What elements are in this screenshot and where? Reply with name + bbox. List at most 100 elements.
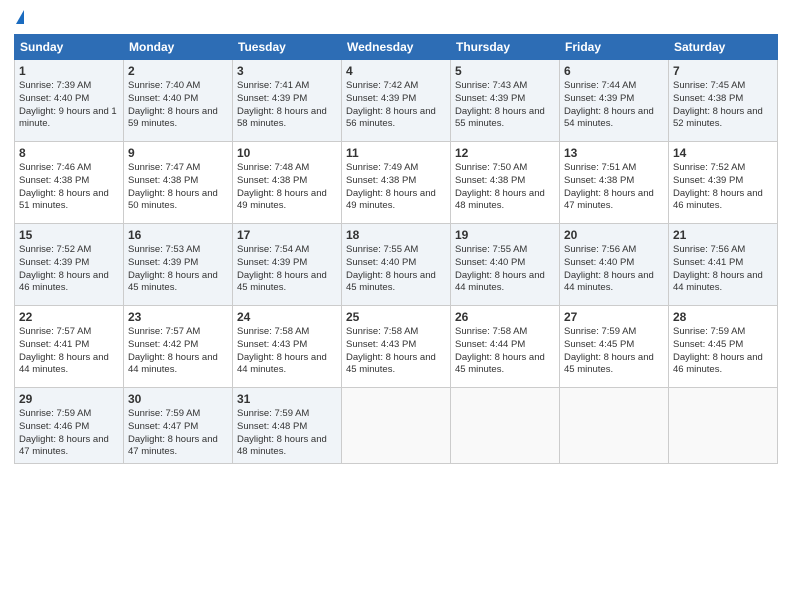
day-info: Sunrise: 7:55 AMSunset: 4:40 PMDaylight:… <box>346 244 446 295</box>
sunset-text: Sunset: 4:40 PM <box>564 257 634 268</box>
day-info: Sunrise: 7:55 AMSunset: 4:40 PMDaylight:… <box>455 244 555 295</box>
daylight-text: Daylight: 8 hours and 45 minutes. <box>346 270 436 294</box>
daylight-text: Daylight: 8 hours and 45 minutes. <box>128 270 218 294</box>
daylight-text: Daylight: 8 hours and 59 minutes. <box>128 106 218 130</box>
calendar-day-cell: 9Sunrise: 7:47 AMSunset: 4:38 PMDaylight… <box>124 142 233 224</box>
calendar-week-row: 1Sunrise: 7:39 AMSunset: 4:40 PMDaylight… <box>15 60 778 142</box>
sunset-text: Sunset: 4:39 PM <box>19 257 89 268</box>
calendar-day-cell: 28Sunrise: 7:59 AMSunset: 4:45 PMDayligh… <box>669 306 778 388</box>
calendar-day-cell: 23Sunrise: 7:57 AMSunset: 4:42 PMDayligh… <box>124 306 233 388</box>
day-info: Sunrise: 7:50 AM Sunset: 4:38 PM Daylight:… <box>455 162 555 213</box>
day-number: 20 <box>564 228 664 242</box>
calendar-week-row: 29Sunrise: 7:59 AMSunset: 4:46 PMDayligh… <box>15 388 778 464</box>
sunrise-text: Sunrise: 7:54 AM <box>237 244 309 255</box>
calendar-day-cell: 12Sunrise: 7:50 AMSunset: 4:38 PMDayligh… <box>451 142 560 224</box>
sunset-text: Sunset: 4:39 PM <box>455 93 525 104</box>
day-number: 17 <box>237 228 337 242</box>
daylight-text: Daylight: 8 hours and 54 minutes. <box>564 106 654 130</box>
daylight-text: Daylight: 8 hours and 52 minutes. <box>673 106 763 130</box>
daylight-text: Daylight: 8 hours and 47 minutes. <box>19 434 109 458</box>
sunset-text: Sunset: 4:38 PM <box>564 175 634 186</box>
calendar-week-row: 15Sunrise: 7:52 AMSunset: 4:39 PMDayligh… <box>15 224 778 306</box>
daylight-text: Daylight: 8 hours and 44 minutes. <box>237 352 327 376</box>
day-number: 26 <box>455 310 555 324</box>
sunrise-text: Sunrise: 7:59 AM <box>128 408 200 419</box>
daylight-text: Daylight: 8 hours and 58 minutes. <box>237 106 327 130</box>
sunset-text: Sunset: 4:40 PM <box>346 257 416 268</box>
calendar-day-cell: 24 Sunrise: 7:58 AMSunset: 4:43 PMDayligh… <box>233 306 342 388</box>
calendar-day-cell: 22Sunrise: 7:57 AMSunset: 4:41 PMDayligh… <box>15 306 124 388</box>
day-info: Sunrise: 7:41 AMSunset: 4:39 PMDaylight:… <box>237 80 337 131</box>
day-info: Sunrise: 7:45 AMSunset: 4:38 PMDaylight:… <box>673 80 773 131</box>
sunrise-text: Sunrise: 7:50 AM <box>455 162 527 173</box>
day-number: 27 <box>564 310 664 324</box>
sunset-text: Sunset: 4:39 PM <box>346 93 416 104</box>
empty-cell <box>342 388 451 464</box>
day-number: 22 <box>19 310 119 324</box>
day-number: 21 <box>673 228 773 242</box>
weekday-header-wednesday: Wednesday <box>342 35 451 60</box>
calendar-day-cell: 15Sunrise: 7:52 AMSunset: 4:39 PMDayligh… <box>15 224 124 306</box>
sunrise-text: Sunrise: 7:42 AM <box>346 80 418 91</box>
day-info: Sunrise: 7:43 AMSunset: 4:39 PMDaylight:… <box>455 80 555 131</box>
daylight-text: Daylight: 8 hours and 45 minutes. <box>564 352 654 376</box>
daylight-text: Daylight: 8 hours and 46 minutes. <box>673 188 763 212</box>
day-info: Sunrise: 7:59 AMSunset: 4:48 PMDaylight:… <box>237 408 337 459</box>
sunset-text: Sunset: 4:38 PM <box>346 175 416 186</box>
sunset-text: Sunset: 4:39 PM <box>564 93 634 104</box>
day-info: Sunrise: 7:58 AMSunset: 4:43 PMDaylight:… <box>237 326 337 377</box>
sunrise-text: Sunrise: 7:43 AM <box>455 80 527 91</box>
daylight-text: Daylight: 8 hours and 46 minutes. <box>19 270 109 294</box>
daylight-text: Daylight: 8 hours and 49 minutes. <box>237 188 327 212</box>
sunset-text: Sunset: 4:39 PM <box>673 175 743 186</box>
day-info: Sunrise: 7:57 AMSunset: 4:42 PMDaylight:… <box>128 326 228 377</box>
daylight-text: Daylight: 8 hours and 44 minutes. <box>19 352 109 376</box>
day-number: 10 <box>237 146 337 160</box>
calendar-day-cell: 19 Sunrise: 7:55 AMSunset: 4:40 PMDayligh… <box>451 224 560 306</box>
day-number: 5 <box>455 64 555 78</box>
day-number: 24 <box>237 310 337 324</box>
sunset-text: Sunset: 4:45 PM <box>673 339 743 350</box>
day-number: 19 <box>455 228 555 242</box>
calendar-day-cell: 18 Sunrise: 7:55 AMSunset: 4:40 PMDayligh… <box>342 224 451 306</box>
calendar-day-cell: 7Sunrise: 7:45 AMSunset: 4:38 PMDaylight… <box>669 60 778 142</box>
day-number: 18 <box>346 228 446 242</box>
header <box>14 10 778 26</box>
sunset-text: Sunset: 4:40 PM <box>128 93 198 104</box>
sunset-text: Sunset: 4:43 PM <box>346 339 416 350</box>
daylight-text: Daylight: 8 hours and 44 minutes. <box>564 270 654 294</box>
day-info: Sunrise: 7:39 AMSunset: 4:40 PMDaylight:… <box>19 80 119 131</box>
calendar-day-cell: 16Sunrise: 7:53 AMSunset: 4:39 PMDayligh… <box>124 224 233 306</box>
sunset-text: Sunset: 4:38 PM <box>455 175 525 186</box>
weekday-header-monday: Monday <box>124 35 233 60</box>
weekday-header-friday: Friday <box>560 35 669 60</box>
sunset-text: Sunset: 4:42 PM <box>128 339 198 350</box>
day-info: Sunrise: 7:40 AMSunset: 4:40 PMDaylight:… <box>128 80 228 131</box>
calendar-day-cell: 4Sunrise: 7:42 AMSunset: 4:39 PMDaylight… <box>342 60 451 142</box>
daylight-text: Daylight: 8 hours and 48 minutes. <box>455 188 545 212</box>
sunset-text: Sunset: 4:41 PM <box>19 339 89 350</box>
sunset-text: Sunset: 4:38 PM <box>19 175 89 186</box>
sunset-text: Sunset: 4:38 PM <box>128 175 198 186</box>
day-info: Sunrise: 7:49 AMSunset: 4:38 PMDaylight:… <box>346 162 446 213</box>
day-info: Sunrise: 7:44 AMSunset: 4:39 PMDaylight:… <box>564 80 664 131</box>
calendar-day-cell: 8Sunrise: 7:46 AMSunset: 4:38 PMDaylight… <box>15 142 124 224</box>
sunrise-text: Sunrise: 7:57 AM <box>128 326 200 337</box>
day-info: Sunrise: 7:56 AMSunset: 4:40 PMDaylight:… <box>564 244 664 295</box>
calendar-day-cell: 14Sunrise: 7:52 AMSunset: 4:39 PMDayligh… <box>669 142 778 224</box>
daylight-text: Daylight: 8 hours and 51 minutes. <box>19 188 109 212</box>
sunset-text: Sunset: 4:38 PM <box>237 175 307 186</box>
day-number: 11 <box>346 146 446 160</box>
calendar-week-row: 8Sunrise: 7:46 AMSunset: 4:38 PMDaylight… <box>15 142 778 224</box>
day-number: 9 <box>128 146 228 160</box>
calendar-day-cell: 31Sunrise: 7:59 AMSunset: 4:48 PMDayligh… <box>233 388 342 464</box>
day-info: Sunrise: 7:59 AMSunset: 4:45 PMDaylight:… <box>673 326 773 377</box>
calendar-day-cell: 27Sunrise: 7:59 AMSunset: 4:45 PMDayligh… <box>560 306 669 388</box>
calendar-week-row: 22 Sunrise: 7:57 AM Sunset: 4:41 PM Dayligh… <box>15 306 778 388</box>
day-number: 16 <box>128 228 228 242</box>
sunrise-text: Sunrise: 7:39 AM <box>19 80 91 91</box>
daylight-text: Daylight: 8 hours and 56 minutes. <box>346 106 436 130</box>
sunrise-text: Sunrise: 7:47 AM <box>128 162 200 173</box>
day-number: 29 <box>19 392 119 406</box>
day-info: Sunrise: 7:56 AMSunset: 4:41 PMDaylight:… <box>673 244 773 295</box>
